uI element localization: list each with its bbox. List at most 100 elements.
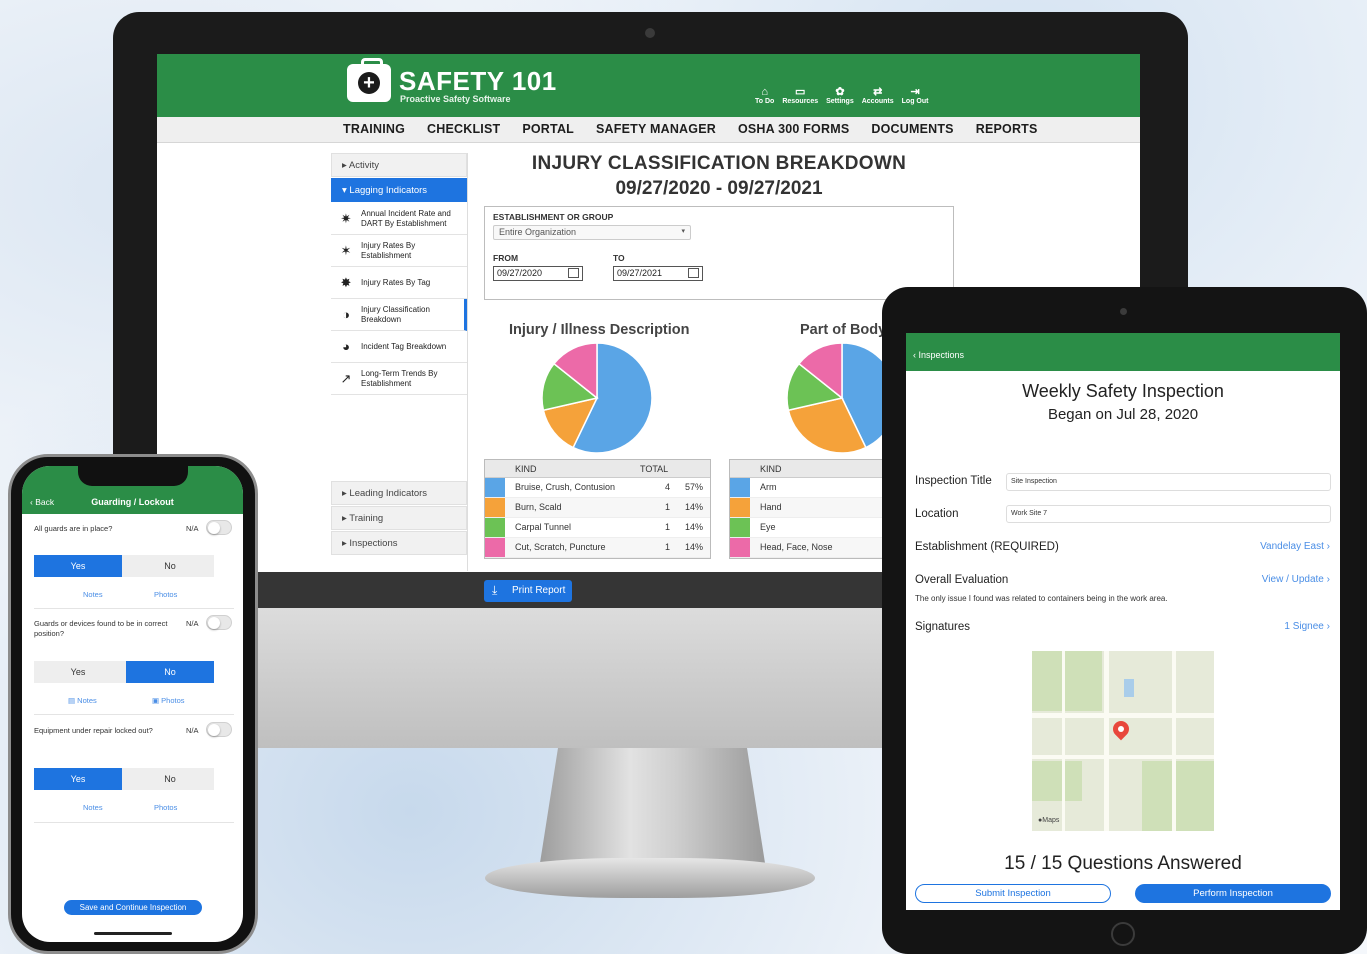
questions-answered: 15 / 15 Questions Answered [1004, 853, 1242, 874]
sidebar-section-leading-indicators[interactable]: ▸ Leading Indicators [331, 481, 467, 505]
header-icon-bar: ⌂ To Do ▭ Resources ✿ Settings ⇄ Accounts ⇥ L… [755, 86, 928, 105]
total-cell: 4 [665, 482, 671, 492]
yes-button[interactable]: Yes [34, 661, 122, 683]
nav-documents[interactable]: DOCUMENTS [871, 122, 953, 136]
injury-description-table: KIND TOTAL Bruise, Crush, Contusion 4 57% B… [484, 459, 711, 559]
no-button[interactable]: No [126, 661, 214, 683]
table-row: Bruise, Crush, Contusion 4 57% [485, 478, 710, 498]
sidebar-item-long-term-trends[interactable]: ↗ Long-Term Trends By Establishment [331, 363, 467, 395]
chevron-right-icon: › [1326, 574, 1330, 585]
photos-button[interactable]: Photos [154, 590, 177, 599]
notes-button[interactable]: ▤ Notes [68, 696, 97, 705]
todo-button[interactable]: ⌂ To Do [755, 86, 774, 105]
inspection-title-input[interactable]: Site Inspection [1006, 473, 1331, 491]
kind-cell: Carpal Tunnel [515, 522, 572, 532]
resources-button[interactable]: ▭ Resources [782, 86, 818, 105]
report-sidebar: ▸ Activity ▾ Lagging Indicators ✷ Annual … [331, 153, 468, 571]
chevron-right-icon: › [1326, 541, 1330, 552]
kind-cell: Hand [760, 502, 782, 512]
photos-button[interactable]: Photos [154, 803, 177, 812]
location-label: Location [915, 508, 959, 520]
pie-chart-injury-description [541, 342, 653, 454]
logout-icon: ⇥ [910, 86, 920, 98]
back-button[interactable]: ‹ Inspections [913, 350, 964, 360]
nav-training[interactable]: TRAINING [343, 122, 405, 136]
save-continue-button[interactable]: Save and Continue Inspection [64, 900, 202, 915]
sidebar-item-incident-tag-breakdown[interactable]: ◕ Incident Tag Breakdown [331, 331, 467, 363]
brand-tagline: Proactive Safety Software [400, 94, 511, 104]
sidebar-item-injury-classification[interactable]: ◑ Injury Classification Breakdown [331, 299, 467, 331]
no-button[interactable]: No [126, 555, 214, 577]
nav-checklist[interactable]: CHECKLIST [427, 122, 500, 136]
nav-portal[interactable]: PORTAL [522, 122, 574, 136]
sidebar-section-inspections[interactable]: ▸ Inspections [331, 531, 467, 555]
imac-stand-neck [540, 748, 765, 863]
percent-cell: 14% [685, 542, 704, 552]
yes-no-segment: Yes No [34, 555, 214, 577]
sidebar-item-injury-rates-tag[interactable]: ✸ Injury Rates By Tag [331, 267, 467, 299]
download-icon: ⤓ [492, 583, 498, 597]
camera-icon [645, 28, 655, 38]
yes-button[interactable]: Yes [34, 768, 122, 790]
submit-inspection-button[interactable]: Submit Inspection [915, 884, 1111, 903]
photos-button[interactable]: ▣ Photos [152, 696, 185, 705]
yes-no-segment: Yes No [34, 661, 214, 683]
sidebar-section-activity[interactable]: ▸ Activity [331, 153, 467, 177]
chart-title-injury-description: Injury / Illness Description [509, 322, 690, 338]
sidebar-item-annual-incident-rate[interactable]: ✷ Annual Incident Rate and DART By Establ… [331, 203, 467, 235]
no-button[interactable]: No [126, 768, 214, 790]
note-icon: ▤ [68, 696, 78, 705]
settings-button[interactable]: ✿ Settings [826, 86, 854, 105]
establishment-select[interactable]: Entire Organization ▾ [493, 225, 691, 240]
table-row: Cut, Scratch, Puncture 1 14% [485, 538, 710, 558]
question-text: All guards are in place? [34, 524, 113, 533]
establishment-link[interactable]: Vandelay East › [1260, 541, 1330, 552]
pie-icon: ◑ [342, 307, 350, 322]
overall-evaluation-label: Overall Evaluation [915, 574, 1009, 586]
nav-safety-manager[interactable]: SAFETY MANAGER [596, 122, 716, 136]
yes-button[interactable]: Yes [34, 555, 122, 577]
kind-cell: Bruise, Crush, Contusion [515, 482, 616, 492]
total-cell: 1 [665, 522, 671, 532]
yes-no-segment: Yes No [34, 768, 214, 790]
location-map[interactable]: ●Maps [1032, 651, 1214, 831]
signatures-link[interactable]: 1 Signee › [1284, 621, 1330, 632]
inspection-title-label: Inspection Title [915, 475, 992, 487]
view-update-link[interactable]: View / Update › [1262, 574, 1330, 585]
evaluation-text: The only issue I found was related to co… [915, 594, 1168, 603]
accounts-button[interactable]: ⇄ Accounts [862, 86, 894, 105]
from-date-input[interactable]: 09/27/2020 [493, 266, 583, 281]
perform-inspection-button[interactable]: Perform Inspection [1135, 884, 1331, 903]
divider [34, 714, 234, 715]
maps-attribution: ●Maps [1038, 817, 1060, 824]
na-label: N/A [186, 726, 199, 735]
nav-reports[interactable]: REPORTS [976, 122, 1038, 136]
establishment-label: ESTABLISHMENT OR GROUP [493, 212, 614, 222]
na-toggle[interactable] [206, 722, 232, 737]
legend-swatch [730, 518, 750, 537]
na-label: N/A [186, 524, 199, 533]
na-toggle[interactable] [206, 520, 232, 535]
location-input[interactable]: Work Site 7 [1006, 505, 1331, 523]
rates-icon: ✶ [340, 242, 352, 258]
home-icon: ⌂ [761, 86, 768, 98]
notes-button[interactable]: Notes [83, 803, 103, 812]
to-date-input[interactable]: 09/27/2021 [613, 266, 703, 281]
sidebar-item-injury-rates-establishment[interactable]: ✶ Injury Rates By Establishment [331, 235, 467, 267]
legend-swatch [730, 498, 750, 517]
legend-swatch [485, 538, 505, 557]
notes-button[interactable]: Notes [83, 590, 103, 599]
print-report-button[interactable]: ⤓ Print Report [484, 580, 572, 602]
total-cell: 1 [665, 542, 671, 552]
chevron-right-icon: › [1326, 621, 1330, 632]
legend-swatch [485, 518, 505, 537]
phone-title: Guarding / Lockout [91, 497, 174, 507]
logout-button[interactable]: ⇥ Log Out [902, 86, 929, 105]
nav-osha-300-forms[interactable]: OSHA 300 FORMS [738, 122, 849, 136]
camera-icon [1120, 308, 1127, 315]
home-button[interactable] [1111, 922, 1135, 946]
main-nav: TRAINING CHECKLIST PORTAL SAFETY MANAGER… [157, 117, 1140, 143]
sidebar-section-training[interactable]: ▸ Training [331, 506, 467, 530]
na-toggle[interactable] [206, 615, 232, 630]
sidebar-section-lagging-indicators[interactable]: ▾ Lagging Indicators [331, 178, 467, 202]
